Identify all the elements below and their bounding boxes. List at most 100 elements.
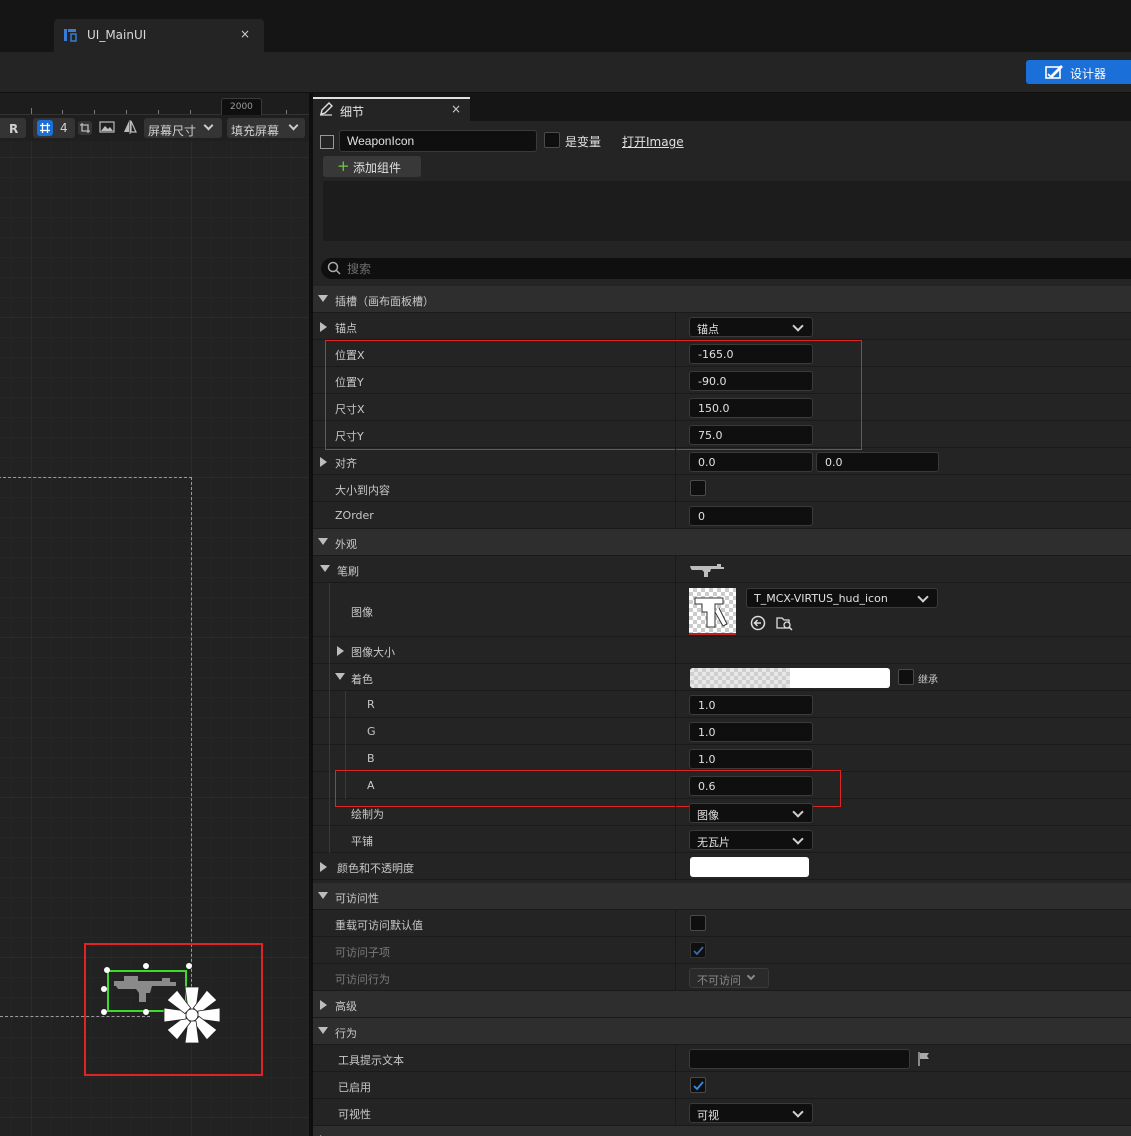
fill-screen-dropdown[interactable]: 填充屏幕 <box>227 118 305 138</box>
override-accessible-checkbox[interactable] <box>690 915 706 931</box>
grid-snap-button[interactable]: 4 <box>33 118 75 138</box>
details-tab-label: 细节 <box>340 105 365 119</box>
tint-color-swatch[interactable] <box>690 668 890 688</box>
r-button[interactable]: R <box>0 118 26 138</box>
chevron-down-icon <box>746 971 756 981</box>
visibility-dropdown[interactable]: 可视 <box>689 1103 813 1123</box>
alignment-x-input[interactable]: 0.0 <box>689 452 813 472</box>
property-color-and-opacity[interactable]: 颜色和不透明度 <box>313 853 1131 880</box>
property-tint-g: G 1.0 <box>313 718 1131 745</box>
zorder-input[interactable]: 0 <box>689 506 813 526</box>
property-draw-as: 绘制为 图像 <box>313 799 1131 826</box>
tooltip-text-input[interactable] <box>689 1049 910 1069</box>
image-widget-icon <box>320 135 334 149</box>
details-search[interactable] <box>321 258 1131 279</box>
property-tiling: 平铺 无瓦片 <box>313 826 1131 853</box>
details-tab-bar: 细节 × <box>313 93 1131 121</box>
chevron-down-icon <box>203 120 214 131</box>
size-to-content-checkbox[interactable] <box>690 480 706 496</box>
collapse-arrow-icon <box>320 862 327 872</box>
accessible-behavior-dropdown: 不可访问 <box>689 968 769 988</box>
chevron-down-icon <box>792 806 804 818</box>
tint-b-input[interactable]: 1.0 <box>689 749 813 769</box>
image-icon[interactable] <box>99 119 115 135</box>
property-tint-b: B 1.0 <box>313 745 1131 772</box>
image-thumbnail[interactable] <box>689 588 736 635</box>
collapse-arrow-icon <box>320 1000 327 1010</box>
expand-arrow-icon <box>320 565 330 572</box>
expand-arrow-icon <box>318 1027 328 1034</box>
expand-arrow-icon <box>318 538 328 545</box>
close-icon[interactable]: × <box>240 27 250 41</box>
category-advanced[interactable]: 高级 <box>313 991 1131 1018</box>
screen-size-dropdown[interactable]: 屏幕尺寸 <box>144 118 222 138</box>
property-image-size[interactable]: 图像大小 <box>313 637 1131 664</box>
alignment-y-input[interactable]: 0.0 <box>816 452 939 472</box>
draw-as-dropdown[interactable]: 图像 <box>689 803 813 823</box>
expand-arrow-icon <box>335 673 345 680</box>
pencil-icon <box>320 102 333 116</box>
category-behavior[interactable]: 行为 <box>313 1018 1131 1045</box>
annotation-highlight-box <box>84 943 263 1076</box>
property-image: 图像 T_MCX-VIRTUS_hud_icon <box>313 583 1131 637</box>
chevron-down-icon <box>792 833 804 845</box>
use-selected-asset-icon[interactable] <box>750 615 766 631</box>
widget-name-input[interactable] <box>339 130 537 152</box>
tiling-dropdown[interactable]: 无瓦片 <box>689 830 813 850</box>
weapon-thumbnail-icon <box>694 597 728 628</box>
main-toolbar: 设计器 <box>0 52 1131 93</box>
search-input[interactable] <box>347 260 1107 277</box>
annotation-highlight-box <box>325 340 862 450</box>
details-tab[interactable]: 细节 × <box>313 97 470 121</box>
search-icon <box>327 261 341 275</box>
property-zorder: ZOrder 0 <box>313 502 1131 529</box>
tint-g-input[interactable]: 1.0 <box>689 722 813 742</box>
is-variable-checkbox[interactable] <box>544 132 560 148</box>
category-slot[interactable]: 插槽（画布面板槽） <box>313 286 1131 313</box>
designer-mode-button[interactable]: 设计器 <box>1026 60 1131 84</box>
widget-name-row: 是变量 打开Image <box>313 126 1131 154</box>
property-alignment[interactable]: 对齐 0.0 0.0 <box>313 448 1131 475</box>
category-next[interactable] <box>313 1126 1131 1136</box>
category-appearance[interactable]: 外观 <box>313 529 1131 556</box>
property-override-accessible: 重载可访问默认值 <box>313 910 1131 937</box>
canvas-boundary <box>0 477 192 1017</box>
flip-icon[interactable] <box>122 119 138 135</box>
flag-icon[interactable] <box>917 1051 931 1067</box>
expand-arrow-icon <box>318 295 328 302</box>
horizontal-ruler: 2000 <box>0 93 309 118</box>
add-component-button[interactable]: + 添加组件 <box>323 156 421 177</box>
designer-viewport[interactable]: 2000 R 4 屏幕尺寸 填充屏幕 <box>0 93 309 1136</box>
chevron-down-icon <box>288 120 299 131</box>
chevron-down-icon <box>917 591 929 603</box>
property-visibility: 可视性 可视 <box>313 1099 1131 1126</box>
details-panel: 细节 × 是变量 打开Image + 添加组件 插槽（画布面板槽） 锚点 锚点 <box>313 93 1131 1136</box>
accessible-children-checkbox <box>690 942 706 958</box>
open-image-link[interactable]: 打开Image <box>622 133 684 150</box>
viewport-toolbar: R 4 屏幕尺寸 填充屏幕 <box>0 115 309 141</box>
collapse-arrow-icon <box>337 646 344 656</box>
crop-icon[interactable] <box>77 120 93 136</box>
is-enabled-checkbox[interactable] <box>690 1077 706 1093</box>
tint-r-input[interactable]: 1.0 <box>689 695 813 715</box>
plus-icon: + <box>337 157 350 175</box>
property-tint[interactable]: 着色 继承 <box>313 664 1131 691</box>
collapse-arrow-icon <box>320 322 327 332</box>
color-opacity-swatch[interactable] <box>690 857 809 877</box>
anchor-dropdown[interactable]: 锚点 <box>689 317 813 337</box>
document-tab-label: UI_MainUI <box>87 28 147 42</box>
close-icon[interactable]: × <box>451 102 461 116</box>
property-anchors[interactable]: 锚点 锚点 <box>313 313 1131 340</box>
document-tab-ui-mainui[interactable]: UI_MainUI × <box>54 19 264 52</box>
browse-folder-icon[interactable] <box>776 615 793 631</box>
property-size-to-content: 大小到内容 <box>313 475 1131 502</box>
image-asset-dropdown[interactable]: T_MCX-VIRTUS_hud_icon <box>746 588 938 608</box>
inherit-checkbox[interactable] <box>898 669 914 685</box>
category-accessibility[interactable]: 可访问性 <box>313 883 1131 910</box>
check-icon <box>693 1081 704 1091</box>
expand-arrow-icon <box>318 892 328 899</box>
property-brush[interactable]: 笔刷 <box>313 556 1131 583</box>
property-accessible-behavior: 可访问行为 不可访问 <box>313 964 1131 991</box>
chevron-down-icon <box>792 1106 804 1118</box>
check-icon <box>693 946 704 956</box>
